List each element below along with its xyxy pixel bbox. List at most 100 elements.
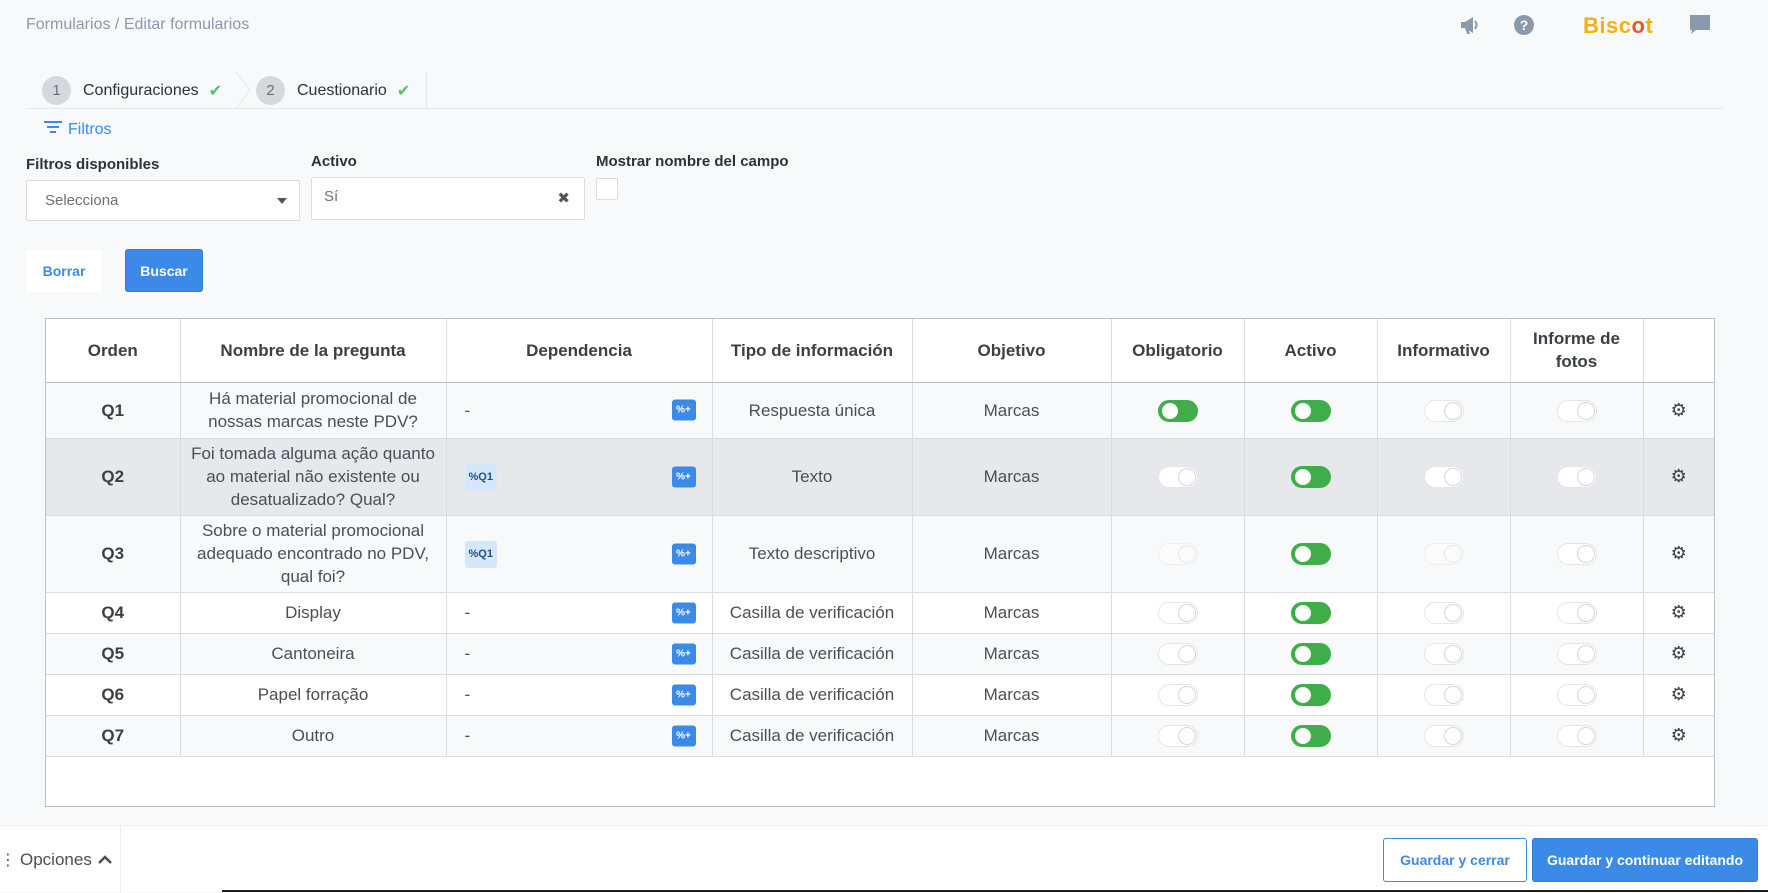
activo-toggle[interactable]: [1290, 684, 1331, 707]
toggle-knob: [1577, 646, 1594, 663]
add-dependency-icon[interactable]: %+: [671, 399, 696, 421]
question-name-cell: Papel forração: [180, 674, 447, 716]
obligatorio-toggle[interactable]: [1157, 684, 1198, 707]
obligatorio-toggle[interactable]: [1157, 602, 1198, 625]
informativo-toggle[interactable]: [1423, 466, 1464, 489]
chat-icon[interactable]: [1687, 12, 1713, 38]
save-close-button[interactable]: Guardar y cerrar: [1383, 838, 1527, 882]
activo-filter-value: Sí: [324, 188, 339, 205]
objective-cell: Marcas: [912, 438, 1112, 516]
column-header[interactable]: Tipo de información: [712, 319, 913, 383]
obligatorio-toggle[interactable]: [1157, 466, 1198, 489]
informe-toggle[interactable]: [1556, 543, 1597, 566]
column-header[interactable]: Activo: [1244, 319, 1378, 383]
info-type-cell: Casilla de verificación: [712, 633, 913, 675]
obligatorio-cell: [1111, 382, 1245, 439]
informe-toggle[interactable]: [1556, 466, 1597, 489]
options-menu[interactable]: ⋮ Opciones: [0, 826, 121, 893]
clear-button[interactable]: Borrar: [26, 250, 102, 292]
search-button[interactable]: Buscar: [125, 249, 203, 292]
informativo-cell: [1377, 633, 1511, 675]
informe-toggle[interactable]: [1556, 399, 1597, 422]
column-header[interactable]: Informativo: [1377, 319, 1511, 383]
activo-filter-input[interactable]: Sí ✖: [311, 177, 585, 220]
help-icon[interactable]: ?: [1511, 12, 1537, 38]
informe-cell: [1510, 715, 1644, 757]
check-icon: ✔: [396, 82, 411, 100]
activo-toggle[interactable]: [1290, 725, 1331, 748]
toggle-knob: [1444, 646, 1461, 663]
add-dependency-icon[interactable]: %+: [671, 684, 696, 705]
toggle-knob: [1178, 646, 1195, 663]
add-dependency-icon[interactable]: %+: [671, 602, 696, 623]
toggle-knob: [1178, 546, 1195, 563]
megaphone-icon[interactable]: [1458, 12, 1484, 38]
activo-toggle[interactable]: [1290, 602, 1331, 625]
check-icon: ✔: [208, 82, 223, 100]
gear-icon[interactable]: ⚙: [1671, 684, 1687, 704]
add-dependency-icon[interactable]: %+: [671, 543, 696, 564]
toggle-knob: [1178, 687, 1195, 704]
activo-filter-label: Activo: [311, 153, 357, 170]
column-header: [1643, 319, 1714, 383]
activo-toggle[interactable]: [1290, 466, 1331, 489]
show-field-name-checkbox[interactable]: [596, 178, 618, 200]
info-type-cell: Texto descriptivo: [712, 515, 913, 593]
toggle-knob: [1444, 605, 1461, 622]
column-header[interactable]: Orden: [46, 319, 181, 383]
filters-label: Filtros: [68, 120, 112, 138]
obligatorio-cell: [1111, 592, 1245, 634]
column-header[interactable]: Nombre de la pregunta: [180, 319, 447, 383]
informe-toggle[interactable]: [1556, 725, 1597, 748]
step-label: Configuraciones: [83, 81, 199, 99]
info-type-cell: Casilla de verificación: [712, 715, 913, 757]
column-header[interactable]: Obligatorio: [1111, 319, 1245, 383]
filters-toggle[interactable]: Filtros: [44, 120, 112, 139]
informativo-toggle[interactable]: [1423, 399, 1464, 422]
toggle-knob: [1577, 605, 1594, 622]
toggle-knob: [1294, 728, 1311, 745]
save-continue-button[interactable]: Guardar y continuar editando: [1532, 838, 1758, 882]
dependency-value: -: [464, 603, 471, 622]
clear-icon[interactable]: ✖: [557, 189, 570, 207]
column-header[interactable]: Informe de fotos: [1510, 319, 1644, 383]
toggle-knob: [1444, 469, 1461, 486]
gear-icon[interactable]: ⚙: [1671, 400, 1687, 420]
add-dependency-icon[interactable]: %+: [671, 466, 696, 487]
informativo-toggle[interactable]: [1423, 602, 1464, 625]
gear-icon[interactable]: ⚙: [1671, 543, 1687, 563]
column-header[interactable]: Objetivo: [912, 319, 1112, 383]
step-divider: [426, 72, 427, 108]
settings-cell: ⚙: [1643, 592, 1714, 634]
activo-toggle[interactable]: [1290, 543, 1331, 566]
dependency-tag[interactable]: %Q1: [464, 540, 497, 568]
activo-toggle[interactable]: [1290, 399, 1331, 422]
add-dependency-icon[interactable]: %+: [671, 725, 696, 746]
informativo-cell: [1377, 715, 1511, 757]
activo-toggle[interactable]: [1290, 643, 1331, 666]
gear-icon[interactable]: ⚙: [1671, 725, 1687, 745]
order-cell: Q2: [46, 438, 181, 516]
dependency-tag[interactable]: %Q1: [464, 463, 497, 491]
link-icon: %: [468, 547, 479, 560]
gear-icon[interactable]: ⚙: [1671, 466, 1687, 486]
breadcrumb-root[interactable]: Formularios: [26, 16, 110, 33]
obligatorio-toggle[interactable]: [1157, 643, 1198, 666]
obligatorio-toggle[interactable]: [1157, 399, 1198, 422]
step-cuestionario[interactable]: 2 Cuestionario ✔: [256, 76, 410, 105]
informe-toggle[interactable]: [1556, 602, 1597, 625]
column-header[interactable]: Dependencia: [446, 319, 713, 383]
svg-text:?: ?: [1520, 17, 1529, 33]
informativo-toggle[interactable]: [1423, 725, 1464, 748]
gear-icon[interactable]: ⚙: [1671, 602, 1687, 622]
add-dependency-icon[interactable]: %+: [671, 643, 696, 664]
informe-toggle[interactable]: [1556, 684, 1597, 707]
informativo-toggle[interactable]: [1423, 684, 1464, 707]
informe-toggle[interactable]: [1556, 643, 1597, 666]
gear-icon[interactable]: ⚙: [1671, 643, 1687, 663]
step-configuraciones[interactable]: 1 Configuraciones ✔: [42, 76, 222, 105]
informativo-toggle[interactable]: [1423, 643, 1464, 666]
available-filters-select[interactable]: Selecciona: [26, 180, 300, 221]
obligatorio-toggle: [1157, 543, 1198, 566]
obligatorio-toggle[interactable]: [1157, 725, 1198, 748]
